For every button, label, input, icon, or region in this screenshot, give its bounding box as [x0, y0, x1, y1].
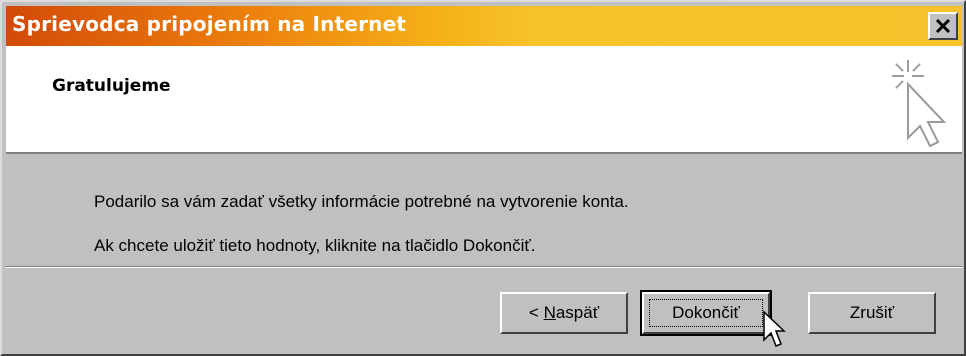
title-bar[interactable]: Sprievodca pripojením na Internet [6, 6, 962, 46]
back-button-label: aspäť [555, 303, 600, 322]
cancel-button[interactable]: Zrušiť [808, 292, 936, 334]
success-message: Podarilo sa vám zadať všetky informácie … [94, 192, 629, 211]
back-button-prefix: < [528, 303, 544, 322]
cancel-button-label: Zrušiť [849, 303, 895, 322]
finish-button[interactable]: Dokončiť [640, 290, 772, 336]
back-button[interactable]: < Naspäť [500, 292, 628, 334]
close-icon [935, 18, 951, 34]
back-button-mnemonic: N [543, 303, 556, 322]
page-title: Gratulujeme [52, 76, 171, 96]
instruction-message: Ak chcete uložiť tieto hodnoty, kliknite… [94, 236, 536, 255]
window-title: Sprievodca pripojením na Internet [12, 12, 407, 36]
divider [6, 266, 962, 268]
finish-button-label: Dokončiť [672, 303, 740, 322]
wizard-cursor-sparkle-icon [892, 60, 947, 148]
content-area: Podarilo sa vám zadať všetky informácie … [6, 154, 962, 264]
header-panel: Gratulujeme [6, 46, 962, 154]
close-button[interactable] [928, 12, 958, 40]
wizard-dialog: Sprievodca pripojením na Internet Gratul… [0, 0, 966, 356]
